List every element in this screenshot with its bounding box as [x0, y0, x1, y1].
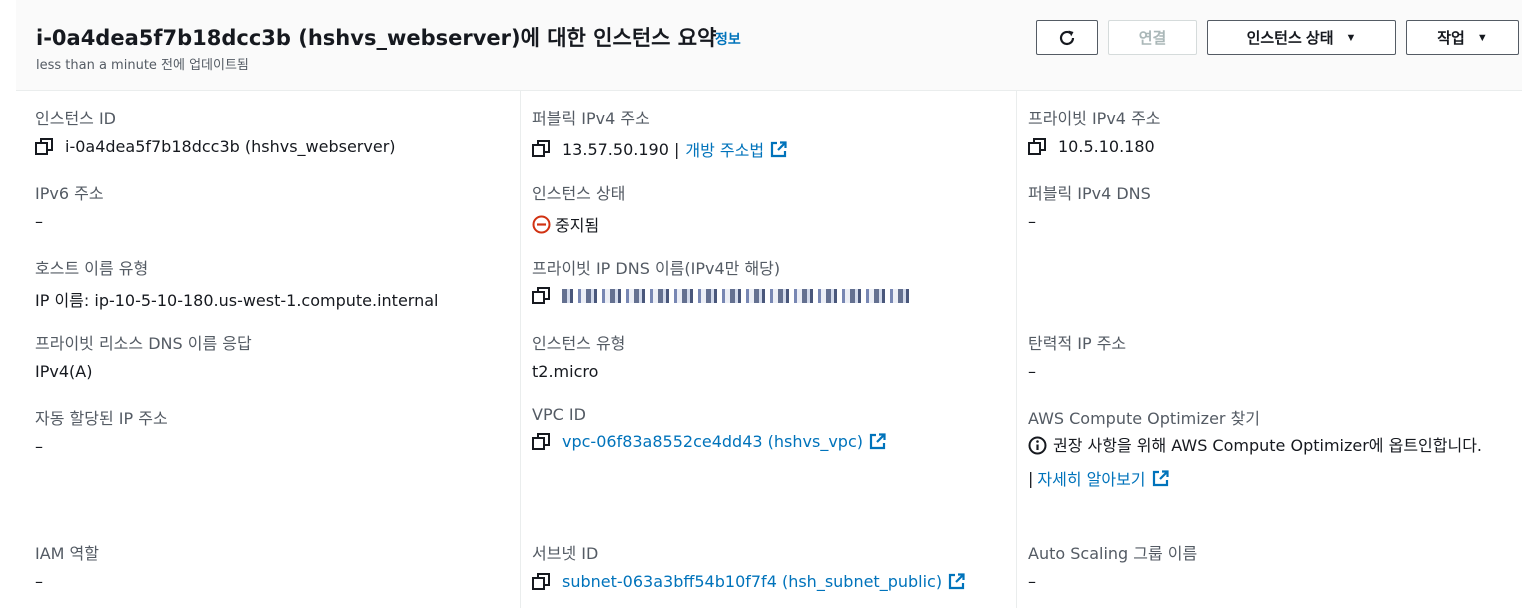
field-private-ip-dns: 프라이빗 IP DNS 이름(IPv4만 해당)	[532, 255, 912, 305]
field-iam-role: IAM 역할 –	[35, 540, 99, 591]
actions-button-label: 작업	[1437, 30, 1465, 47]
connect-button[interactable]: 연결	[1108, 20, 1197, 55]
copy-icon[interactable]	[532, 572, 550, 591]
vpc-id-link[interactable]: vpc-06f83a8552ce4dd43 (hshvs_vpc)	[562, 432, 863, 451]
field-public-ipv4: 퍼블릭 IPv4 주소 13.57.50.190 | 개방 주소법	[532, 105, 787, 161]
public-dns-value: –	[1028, 212, 1036, 231]
field-label: 인스턴스 ID	[35, 109, 117, 128]
field-compute-optimizer: AWS Compute Optimizer 찾기 권장 사항을 위해 AWS C…	[1028, 405, 1498, 490]
external-link-icon[interactable]	[770, 140, 787, 158]
connect-button-label: 연결	[1138, 30, 1167, 47]
optimizer-prefix: |	[1028, 468, 1034, 488]
field-vpc-id: VPC ID vpc-06f83a8552ce4dd43 (hshvs_vpc)	[532, 405, 886, 451]
refresh-button[interactable]	[1036, 20, 1098, 55]
field-label: AWS Compute Optimizer 찾기	[1028, 409, 1261, 428]
iam-role-value: –	[35, 572, 43, 591]
public-ipv4-value: 13.57.50.190 |	[562, 139, 680, 159]
copy-icon[interactable]	[1028, 137, 1046, 156]
copy-icon[interactable]	[35, 137, 53, 156]
field-subnet-id: 서브넷 ID subnet-063a3bff54b10f7f4 (hsh_sub…	[532, 540, 965, 591]
asg-name-value: –	[1028, 572, 1036, 591]
field-label: 프라이빗 IP DNS 이름(IPv4만 해당)	[532, 259, 781, 278]
copy-icon[interactable]	[532, 140, 550, 158]
external-link-icon[interactable]	[869, 433, 886, 450]
field-asg-name: Auto Scaling 그룹 이름 –	[1028, 540, 1197, 591]
field-instance-type: 인스턴스 유형 t2.micro	[532, 330, 625, 381]
instance-state-button-label: 인스턴스 상태	[1246, 30, 1334, 47]
info-circle-icon	[1028, 436, 1047, 455]
field-elastic-ip: 탄력적 IP 주소 –	[1028, 330, 1126, 381]
elastic-ip-value: –	[1028, 362, 1036, 381]
instance-type-value: t2.micro	[532, 362, 599, 381]
field-label: 프라이빗 리소스 DNS 이름 응답	[35, 334, 252, 353]
field-label: 자동 할당된 IP 주소	[35, 409, 168, 428]
caret-down-icon: ▼	[1476, 31, 1488, 44]
field-label: VPC ID	[532, 405, 586, 424]
external-link-icon[interactable]	[948, 573, 965, 590]
external-link-icon[interactable]	[1152, 469, 1169, 487]
optimizer-text: 권장 사항을 위해 AWS Compute Optimizer에 옵트인합니다.	[1053, 436, 1483, 455]
field-label: 인스턴스 유형	[532, 334, 626, 353]
last-updated-text: less than a minute 전에 업데이트됨	[36, 58, 249, 73]
stop-icon	[532, 215, 551, 233]
field-label: 퍼블릭 IPv4 DNS	[1028, 184, 1151, 203]
hostname-type-value: IP 이름: ip-10-5-10-180.us-west-1.compute.…	[35, 291, 439, 310]
field-auto-ip: 자동 할당된 IP 주소 –	[35, 405, 168, 456]
field-label: 탄력적 IP 주소	[1028, 334, 1127, 353]
copy-icon[interactable]	[532, 432, 550, 451]
page-title: i-0a4dea5f7b18dcc3b (hshvs_webserver)에 대…	[36, 26, 717, 50]
field-private-dns-answer: 프라이빗 리소스 DNS 이름 응답 IPv4(A)	[35, 330, 252, 381]
summary-header: i-0a4dea5f7b18dcc3b (hshvs_webserver)에 대…	[16, 0, 1522, 91]
redacted-private-dns	[562, 289, 912, 303]
column-divider	[1016, 91, 1017, 608]
field-private-ipv4: 프라이빗 IPv4 주소 10.5.10.180	[1028, 105, 1161, 156]
field-label: 호스트 이름 유형	[35, 259, 149, 278]
subnet-id-link[interactable]: subnet-063a3bff54b10f7f4 (hsh_subnet_pub…	[562, 572, 942, 591]
field-ipv6: IPv6 주소 –	[35, 180, 104, 231]
field-public-ipv4-dns: 퍼블릭 IPv4 DNS –	[1028, 180, 1151, 231]
ipv6-value: –	[35, 212, 43, 231]
open-address-link[interactable]: 개방 주소법	[685, 137, 764, 161]
field-instance-state: 인스턴스 상태 중지됨	[532, 180, 625, 236]
refresh-icon	[1059, 30, 1075, 45]
field-label: 프라이빗 IPv4 주소	[1028, 109, 1161, 128]
field-hostname-type: 호스트 이름 유형 IP 이름: ip-10-5-10-180.us-west-…	[35, 255, 438, 311]
field-label: 인스턴스 상태	[532, 184, 626, 203]
instance-id-value: i-0a4dea5f7b18dcc3b (hshvs_webserver)	[65, 137, 396, 156]
field-label: IPv6 주소	[35, 184, 104, 203]
column-divider	[520, 91, 521, 608]
field-label: 서브넷 ID	[532, 544, 599, 563]
instance-state-button[interactable]: 인스턴스 상태 ▼	[1207, 20, 1396, 55]
info-link[interactable]: 정보	[715, 29, 741, 49]
copy-icon[interactable]	[532, 287, 550, 305]
private-ipv4-value: 10.5.10.180	[1058, 137, 1155, 156]
field-label: 퍼블릭 IPv4 주소	[532, 109, 650, 128]
actions-button[interactable]: 작업 ▼	[1406, 20, 1519, 55]
field-label: Auto Scaling 그룹 이름	[1028, 544, 1198, 563]
auto-ip-value: –	[35, 437, 43, 456]
instance-state-value: 중지됨	[555, 216, 600, 235]
private-dns-answer-value: IPv4(A)	[35, 362, 93, 381]
field-instance-id: 인스턴스 ID i-0a4dea5f7b18dcc3b (hshvs_webse…	[35, 105, 396, 156]
field-label: IAM 역할	[35, 544, 99, 563]
learn-more-link[interactable]: 자세히 알아보기	[1037, 466, 1145, 490]
caret-down-icon: ▼	[1345, 31, 1357, 44]
